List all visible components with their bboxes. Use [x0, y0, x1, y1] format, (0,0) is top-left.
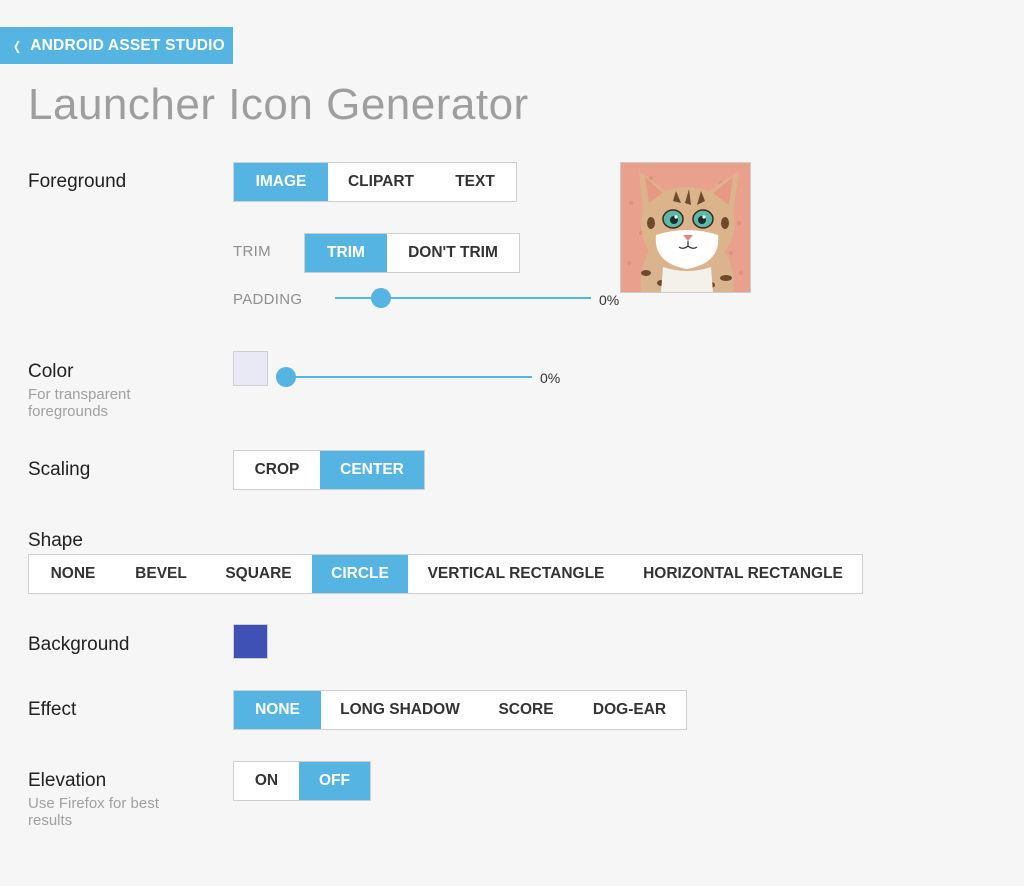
- cat-image-icon: [621, 163, 750, 292]
- color-label: Color: [28, 361, 74, 382]
- trim-button[interactable]: TRIM: [305, 234, 387, 272]
- effect-long-shadow-button[interactable]: LONG SHADOW: [321, 691, 479, 729]
- effect-score-button[interactable]: SCORE: [479, 691, 573, 729]
- foreground-source-group: IMAGE CLIPART TEXT: [233, 162, 517, 202]
- back-to-asset-studio-link[interactable]: ❮ ANDROID ASSET STUDIO: [0, 27, 233, 64]
- elevation-group: ON OFF: [233, 761, 371, 801]
- shape-vertical-rectangle-button[interactable]: VERTICAL RECTANGLE: [408, 555, 624, 593]
- page-title: Launcher Icon Generator: [28, 80, 529, 129]
- dont-trim-button[interactable]: DON'T TRIM: [387, 234, 519, 272]
- elevation-off-button[interactable]: OFF: [299, 762, 370, 800]
- color-opacity-slider[interactable]: [276, 367, 532, 387]
- shape-label: Shape: [28, 530, 83, 551]
- source-image-button[interactable]: IMAGE: [234, 163, 328, 201]
- padding-slider[interactable]: [335, 288, 591, 308]
- trim-label: TRIM: [233, 243, 271, 260]
- shape-group: NONE BEVEL SQUARE CIRCLE VERTICAL RECTAN…: [28, 554, 863, 594]
- scaling-group: CROP CENTER: [233, 450, 425, 490]
- padding-value: 0%: [599, 292, 620, 308]
- color-slider-thumb[interactable]: [276, 367, 296, 387]
- shape-bevel-button[interactable]: BEVEL: [117, 555, 205, 593]
- chevron-left-icon: ❮: [13, 38, 22, 53]
- shape-horizontal-rectangle-button[interactable]: HORIZONTAL RECTANGLE: [624, 555, 862, 593]
- background-color-swatch[interactable]: [233, 624, 268, 659]
- scaling-center-button[interactable]: CENTER: [320, 451, 424, 489]
- elevation-label: Elevation: [28, 770, 107, 791]
- color-swatch[interactable]: [233, 351, 268, 386]
- effect-none-button[interactable]: NONE: [234, 691, 321, 729]
- shape-square-button[interactable]: SQUARE: [205, 555, 312, 593]
- padding-slider-thumb[interactable]: [371, 288, 392, 308]
- padding-label: PADDING: [233, 291, 303, 308]
- elevation-hint-line2: results: [28, 812, 73, 829]
- background-label: Background: [28, 634, 130, 655]
- source-text-button[interactable]: TEXT: [434, 163, 516, 201]
- foreground-label: Foreground: [28, 171, 127, 192]
- scaling-label: Scaling: [28, 459, 91, 480]
- back-link-label: ANDROID ASSET STUDIO: [30, 36, 225, 54]
- color-slider-track: [286, 376, 532, 378]
- color-hint-line2: foregrounds: [28, 403, 109, 420]
- foreground-image-preview: [620, 162, 751, 293]
- color-opacity-value: 0%: [540, 370, 561, 386]
- scaling-crop-button[interactable]: CROP: [234, 451, 320, 489]
- elevation-hint-line1: Use Firefox for best: [28, 795, 159, 812]
- color-hint-line1: For transparent: [28, 386, 131, 403]
- shape-none-button[interactable]: NONE: [29, 555, 117, 593]
- effect-label: Effect: [28, 699, 77, 720]
- source-clipart-button[interactable]: CLIPART: [328, 163, 434, 201]
- effect-dog-ear-button[interactable]: DOG-EAR: [573, 691, 686, 729]
- elevation-on-button[interactable]: ON: [234, 762, 299, 800]
- effect-group: NONE LONG SHADOW SCORE DOG-EAR: [233, 690, 687, 730]
- shape-circle-button[interactable]: CIRCLE: [312, 555, 408, 593]
- trim-group: TRIM DON'T TRIM: [304, 233, 520, 273]
